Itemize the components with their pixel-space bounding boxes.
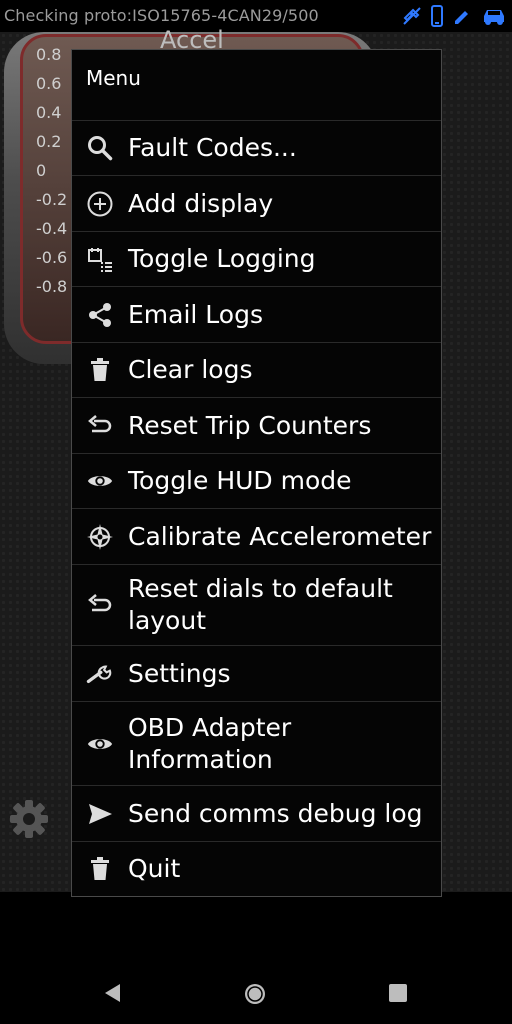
eye-icon	[86, 730, 114, 758]
share-icon	[86, 301, 114, 329]
options-menu: Menu Fault Codes... Add display Toggle L…	[71, 49, 442, 897]
menu-item-clear-logs[interactable]: Clear logs	[72, 342, 441, 397]
gauge-scale: 0.8 0.6 0.4 0.2 0 -0.2 -0.4 -0.6 -0.8	[36, 40, 67, 301]
home-icon[interactable]	[243, 982, 267, 1010]
menu-item-label: Reset Trip Counters	[128, 410, 372, 440]
menu-item-label: Toggle HUD mode	[128, 466, 352, 495]
gauge-scale-label: 0.8	[36, 45, 62, 64]
menu-item-quit[interactable]: Quit	[72, 841, 441, 896]
trash-icon	[86, 855, 114, 883]
menu-item-label: Add display	[128, 188, 274, 218]
status-bar: Checking proto:ISO15765-4CAN29/500	[0, 0, 512, 32]
phone-icon	[430, 5, 444, 27]
gauge-scale-label: -0.2	[36, 190, 68, 209]
add-circle-icon	[86, 190, 114, 218]
recents-icon[interactable]	[387, 982, 409, 1008]
menu-item-obd-adapter-information[interactable]: OBD Adapter Information	[72, 701, 441, 785]
status-text: Checking proto:ISO15765-4CAN29/500	[4, 6, 319, 25]
car-icon	[480, 6, 508, 26]
menu-item-email-logs[interactable]: Email Logs	[72, 286, 441, 342]
menu-item-label: Reset dials to default layout	[128, 574, 393, 635]
menu-item-label: Settings	[128, 658, 231, 688]
menu-title: Menu	[86, 66, 141, 90]
menu-item-label: Email Logs	[128, 299, 263, 329]
menu-item-label: Quit	[128, 854, 181, 883]
gear-icon[interactable]	[8, 798, 50, 844]
send-icon	[86, 800, 114, 828]
menu-item-settings[interactable]: Settings	[72, 645, 441, 701]
gauge-scale-label: 0	[36, 161, 47, 180]
menu-item-add-display[interactable]: Add display	[72, 175, 441, 231]
menu-item-reset-trip-counters[interactable]: Reset Trip Counters	[72, 397, 441, 453]
search-icon	[86, 134, 114, 162]
menu-item-label: Clear logs	[128, 355, 253, 384]
menu-item-calibrate-accelerometer[interactable]: Calibrate Accelerometer	[72, 508, 441, 564]
undo-icon	[86, 591, 114, 619]
gauge-scale-label: -0.4	[36, 219, 68, 238]
log-list-icon	[86, 245, 114, 273]
menu-item-toggle-logging[interactable]: Toggle Logging	[72, 231, 441, 286]
menu-item-label: OBD Adapter Information	[128, 712, 292, 774]
menu-item-label: Toggle Logging	[128, 244, 316, 273]
menu-item-label: Calibrate Accelerometer	[128, 521, 432, 551]
satellite-off-icon	[402, 6, 422, 26]
eye-icon	[86, 467, 114, 495]
menu-item-label: Fault Codes...	[128, 133, 297, 162]
trash-icon	[86, 356, 114, 384]
menu-item-fault-codes[interactable]: Fault Codes...	[72, 120, 441, 175]
gauge-scale-label: 0.6	[36, 74, 62, 93]
back-icon[interactable]	[102, 982, 124, 1008]
wrench-icon	[86, 660, 114, 688]
navigation-bar	[0, 952, 512, 1024]
menu-item-reset-dials[interactable]: Reset dials to default layout	[72, 564, 441, 645]
menu-item-toggle-hud-mode[interactable]: Toggle HUD mode	[72, 453, 441, 508]
gauge-scale-label: 0.4	[36, 103, 62, 122]
gauge-scale-label: -0.8	[36, 277, 68, 296]
gauge-scale-label: 0.2	[36, 132, 62, 151]
compass-icon	[86, 523, 114, 551]
status-icons	[402, 5, 508, 27]
pen-icon	[452, 6, 472, 26]
gauge-scale-label: -0.6	[36, 248, 68, 267]
undo-icon	[86, 412, 114, 440]
menu-item-send-comms-debug-log[interactable]: Send comms debug log	[72, 785, 441, 841]
menu-item-label: Send comms debug log	[128, 798, 423, 828]
